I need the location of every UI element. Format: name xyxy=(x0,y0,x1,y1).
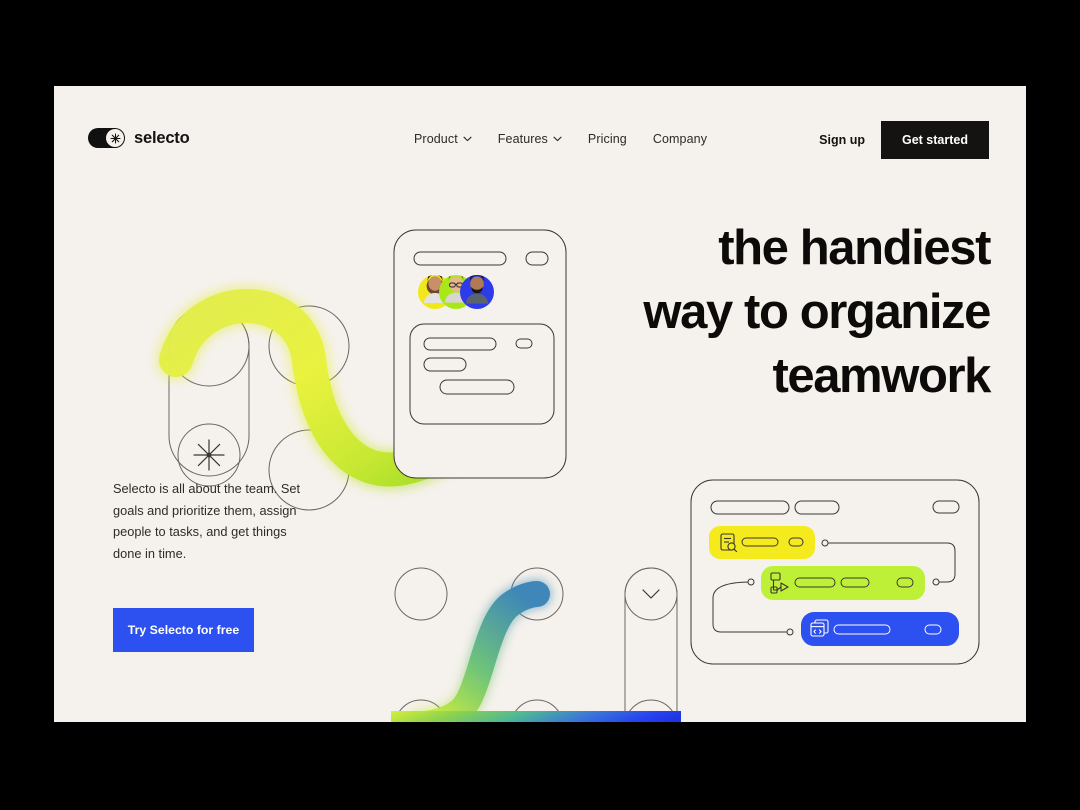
headline-line-1: the handiest xyxy=(718,221,991,275)
sign-up-link[interactable]: Sign up xyxy=(819,133,865,147)
gradient-ribbon-illustration xyxy=(335,474,695,722)
connector-node xyxy=(747,578,755,586)
asterisk-icon xyxy=(193,439,225,471)
avatar-group xyxy=(418,275,494,309)
nav-item-product[interactable]: Product xyxy=(414,132,472,146)
connector-node xyxy=(786,628,794,636)
nav-item-pricing[interactable]: Pricing xyxy=(588,132,627,146)
nav-item-company-label: Company xyxy=(652,132,708,146)
get-started-button[interactable]: Get started xyxy=(881,121,989,159)
task-row-lime xyxy=(761,566,925,600)
workflow-card-illustration xyxy=(685,474,985,674)
brand-name: selecto xyxy=(134,128,190,147)
hero-headline: the handiest way to organize teamwork xyxy=(570,216,991,408)
task-row-blue xyxy=(801,612,959,646)
screenshot-stage: selecto Product Features Pricing Company… xyxy=(0,0,1080,810)
chevron-down-icon xyxy=(463,136,472,142)
primary-navigation: Product Features Pricing Company xyxy=(414,132,707,146)
chevron-down-icon xyxy=(553,136,562,142)
connector-node xyxy=(932,578,940,586)
brand-logo[interactable]: selecto xyxy=(88,128,190,148)
toggle-asterisk-icon xyxy=(88,128,125,148)
hero-body-text: Selecto is all about the team. Set goals… xyxy=(113,481,301,561)
headline-line-2: way to organize xyxy=(643,285,991,339)
nav-item-product-label: Product xyxy=(414,132,458,146)
site-header: selecto Product Features Pricing Company… xyxy=(54,86,1026,196)
team-card-illustration xyxy=(336,224,576,484)
task-row-yellow xyxy=(709,526,815,559)
nav-item-features[interactable]: Features xyxy=(498,132,562,146)
header-actions: Sign up Get started xyxy=(819,121,989,159)
logo-knob xyxy=(106,129,124,147)
landing-page: selecto Product Features Pricing Company… xyxy=(54,86,1026,722)
headline-line-3: teamwork xyxy=(772,349,991,403)
nav-item-company[interactable]: Company xyxy=(653,132,707,146)
chevron-down-icon xyxy=(642,589,660,599)
nav-item-pricing-label: Pricing xyxy=(587,132,627,146)
connector-node xyxy=(821,539,829,547)
nav-item-features-label: Features xyxy=(497,132,548,146)
try-free-button[interactable]: Try Selecto for free xyxy=(113,608,254,652)
